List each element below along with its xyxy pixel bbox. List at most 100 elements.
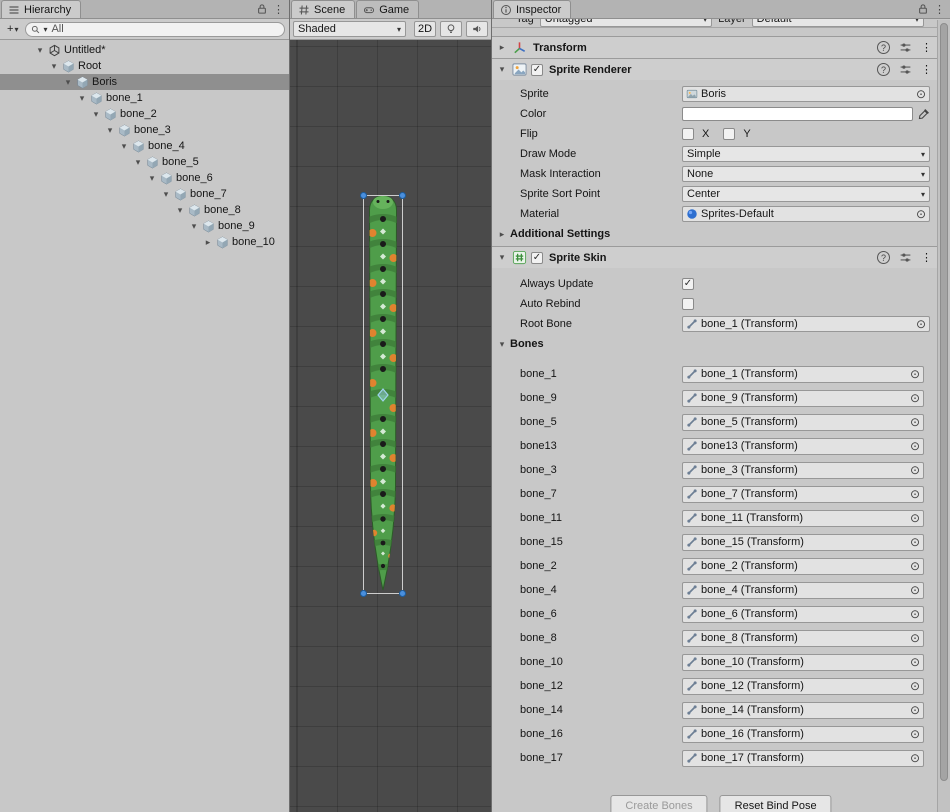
selection-handle-bottom-left[interactable] (360, 590, 367, 597)
sprite-skin-component-header[interactable]: ▾ ✓ Sprite Skin ? ⋮ (492, 246, 950, 268)
create-bones-button[interactable]: Create Bones (610, 795, 707, 812)
sprite-object-field[interactable]: Boris ⊙ (682, 86, 930, 102)
foldout-icon[interactable]: ▾ (496, 64, 508, 75)
material-object-field[interactable]: Sprites-Default ⊙ (682, 206, 930, 222)
tab-inspector[interactable]: Inspector (493, 0, 571, 18)
object-picker-icon[interactable]: ⊙ (916, 88, 926, 100)
foldout-icon[interactable]: ▾ (76, 93, 88, 104)
foldout-icon[interactable]: ▾ (90, 109, 102, 120)
sprite-selection-box[interactable] (363, 195, 403, 594)
reset-bind-pose-button[interactable]: Reset Bind Pose (720, 795, 832, 812)
object-picker-icon[interactable]: ⊙ (910, 680, 920, 692)
flip-x-checkbox[interactable]: ✓ (682, 128, 694, 140)
bone-object-field[interactable]: bone_12 (Transform)⊙ (682, 678, 924, 695)
sprite-renderer-component-header[interactable]: ▾ ✓ Sprite Renderer ? ⋮ (492, 58, 950, 80)
kebab-menu-icon[interactable]: ⋮ (921, 251, 932, 264)
object-picker-icon[interactable]: ⊙ (910, 416, 920, 428)
foldout-icon[interactable]: ▾ (34, 45, 46, 56)
bone-object-field[interactable]: bone_9 (Transform)⊙ (682, 390, 924, 407)
bone-object-field[interactable]: bone_17 (Transform)⊙ (682, 750, 924, 767)
scene-audio-button[interactable] (466, 21, 488, 37)
object-picker-icon[interactable]: ⊙ (910, 752, 920, 764)
scene-viewport[interactable] (290, 40, 491, 812)
bone-object-field[interactable]: bone_5 (Transform)⊙ (682, 414, 924, 431)
color-swatch[interactable] (682, 107, 913, 121)
object-picker-icon[interactable]: ⊙ (910, 392, 920, 404)
layer-dropdown[interactable]: Default ▾ (752, 19, 924, 27)
bones-foldout[interactable]: ▾ Bones (492, 334, 950, 354)
hierarchy-item-untitled[interactable]: ▾Untitled* (0, 42, 289, 58)
kebab-menu-icon[interactable]: ⋮ (921, 63, 932, 76)
hierarchy-item-bone_1[interactable]: ▾bone_1 (0, 90, 289, 106)
bone-object-field[interactable]: bone_14 (Transform)⊙ (682, 702, 924, 719)
always-update-checkbox[interactable]: ✓ (682, 278, 694, 290)
hierarchy-item-bone_7[interactable]: ▾bone_7 (0, 186, 289, 202)
object-picker-icon[interactable]: ⊙ (910, 728, 920, 740)
kebab-menu-icon[interactable]: ⋮ (934, 3, 945, 16)
bone-object-field[interactable]: bone_7 (Transform)⊙ (682, 486, 924, 503)
object-picker-icon[interactable]: ⊙ (910, 440, 920, 452)
object-picker-icon[interactable]: ⊙ (910, 584, 920, 596)
foldout-icon[interactable]: ▾ (62, 77, 74, 88)
bone-object-field[interactable]: bone_1 (Transform)⊙ (682, 366, 924, 383)
selection-handle-bottom-right[interactable] (399, 590, 406, 597)
lock-icon[interactable] (917, 3, 929, 15)
object-picker-icon[interactable]: ⊙ (916, 208, 926, 220)
draw-mode-dropdown[interactable]: Simple ▾ (682, 146, 930, 162)
create-menu-button[interactable]: + ▾ (4, 21, 21, 37)
hierarchy-item-bone_4[interactable]: ▾bone_4 (0, 138, 289, 154)
object-picker-icon[interactable]: ⊙ (910, 536, 920, 548)
foldout-icon[interactable]: ▾ (132, 157, 144, 168)
object-picker-icon[interactable]: ⊙ (910, 608, 920, 620)
foldout-icon[interactable]: ▾ (48, 61, 60, 72)
tab-scene[interactable]: Scene (291, 0, 355, 18)
bone-object-field[interactable]: bone_10 (Transform)⊙ (682, 654, 924, 671)
preset-icon[interactable] (899, 251, 912, 264)
kebab-menu-icon[interactable]: ⋮ (273, 3, 284, 16)
kebab-menu-icon[interactable]: ⋮ (921, 41, 932, 54)
bone-object-field[interactable]: bone_3 (Transform)⊙ (682, 462, 924, 479)
transform-component-header[interactable]: ▸ Transform ? ⋮ (492, 36, 950, 58)
foldout-icon[interactable]: ▾ (188, 221, 200, 232)
sprite-sort-point-dropdown[interactable]: Center ▾ (682, 186, 930, 202)
sprite-skin-enabled-checkbox[interactable]: ✓ (531, 252, 543, 264)
bone-object-field[interactable]: bone_4 (Transform)⊙ (682, 582, 924, 599)
bone-object-field[interactable]: bone_11 (Transform)⊙ (682, 510, 924, 527)
object-picker-icon[interactable]: ⊙ (910, 512, 920, 524)
bone-object-field[interactable]: bone_15 (Transform)⊙ (682, 534, 924, 551)
foldout-icon[interactable]: ▾ (104, 125, 116, 136)
preset-icon[interactable] (899, 63, 912, 76)
scene-lighting-button[interactable] (440, 21, 462, 37)
object-picker-icon[interactable]: ⊙ (916, 318, 926, 330)
tab-game[interactable]: Game (356, 0, 419, 18)
foldout-icon[interactable]: ▾ (146, 173, 158, 184)
tag-dropdown[interactable]: Untagged ▾ (540, 19, 712, 27)
preset-icon[interactable] (899, 41, 912, 54)
object-picker-icon[interactable]: ⊙ (910, 368, 920, 380)
tab-hierarchy[interactable]: Hierarchy (1, 0, 81, 18)
hierarchy-search-input[interactable]: ▾ All (25, 22, 285, 37)
help-icon[interactable]: ? (877, 41, 890, 54)
bone-object-field[interactable]: bone_16 (Transform)⊙ (682, 726, 924, 743)
root-bone-object-field[interactable]: bone_1 (Transform) ⊙ (682, 316, 930, 332)
help-icon[interactable]: ? (877, 63, 890, 76)
mask-interaction-dropdown[interactable]: None ▾ (682, 166, 930, 182)
hierarchy-item-bone_8[interactable]: ▾bone_8 (0, 202, 289, 218)
auto-rebind-checkbox[interactable]: ✓ (682, 298, 694, 310)
hierarchy-item-bone_3[interactable]: ▾bone_3 (0, 122, 289, 138)
lock-icon[interactable] (256, 3, 268, 15)
foldout-icon[interactable]: ▾ (174, 205, 186, 216)
object-picker-icon[interactable]: ⊙ (910, 488, 920, 500)
eyedropper-icon[interactable] (917, 108, 930, 121)
inspector-scrollbar[interactable] (937, 20, 950, 812)
object-picker-icon[interactable]: ⊙ (910, 560, 920, 572)
shading-mode-dropdown[interactable]: Shaded ▾ (293, 21, 406, 37)
hierarchy-item-boris[interactable]: ▾Boris (0, 74, 289, 90)
hierarchy-item-bone_9[interactable]: ▾bone_9 (0, 218, 289, 234)
bone-object-field[interactable]: bone_8 (Transform)⊙ (682, 630, 924, 647)
hierarchy-item-bone_5[interactable]: ▾bone_5 (0, 154, 289, 170)
hierarchy-item-bone_10[interactable]: ▸bone_10 (0, 234, 289, 250)
flip-y-checkbox[interactable]: ✓ (723, 128, 735, 140)
object-picker-icon[interactable]: ⊙ (910, 704, 920, 716)
scrollbar-thumb[interactable] (940, 23, 948, 781)
